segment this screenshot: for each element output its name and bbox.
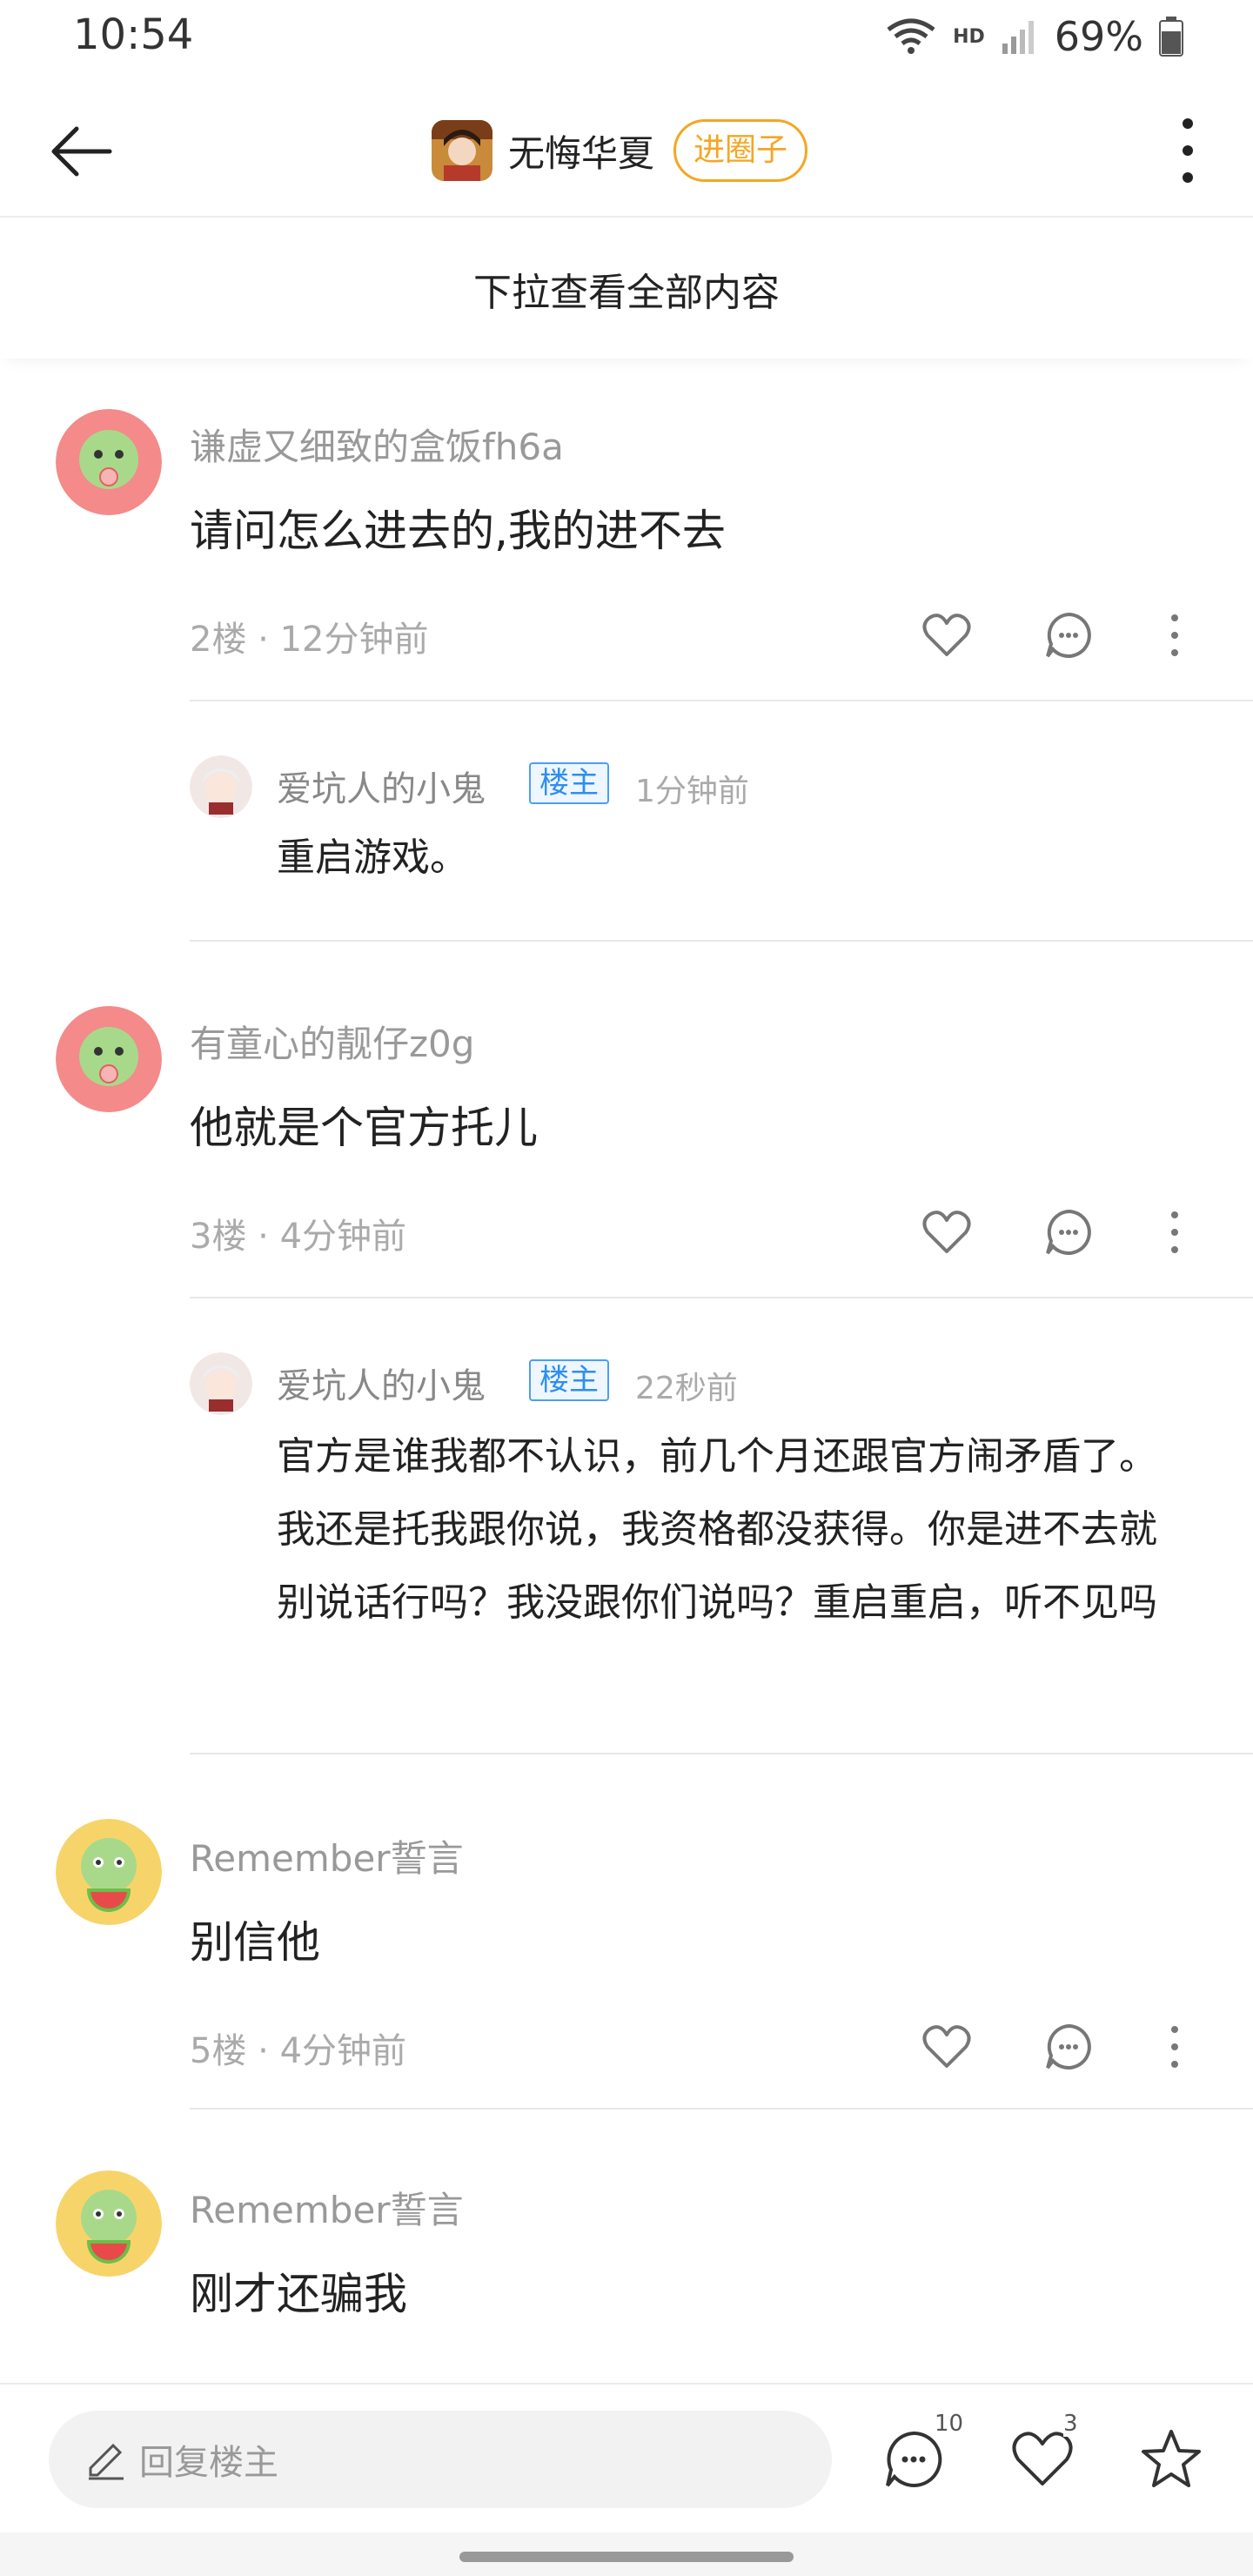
op-badge: 楼主	[529, 762, 609, 804]
heart-icon	[922, 2025, 971, 2068]
join-circle-button[interactable]: 进圈子	[673, 119, 808, 182]
reply-button[interactable]	[1042, 2021, 1095, 2073]
like-button[interactable]	[921, 2021, 973, 2073]
like-button[interactable]	[921, 1206, 973, 1258]
comment-text: 刚才还骗我	[190, 2269, 407, 2319]
reply-time: 22秒前	[635, 1371, 738, 1406]
bottom-action-bar: 回复楼主 10 3	[0, 2383, 1253, 2532]
status-bar: 10:54 HD 69%	[0, 0, 1253, 73]
comment-author[interactable]: Remember誓言	[190, 1829, 464, 1882]
comment-author[interactable]: 谦虚又细致的盒饭fh6a	[190, 418, 564, 471]
pull-to-view-all[interactable]: 下拉查看全部内容	[0, 219, 1253, 359]
divider	[190, 940, 1253, 942]
comment-text: 请问怎么进去的,我的进不去	[190, 506, 726, 556]
system-nav-bar	[0, 2532, 1253, 2576]
status-time: 10:54	[73, 10, 194, 59]
reply-time: 1分钟前	[635, 774, 749, 809]
star-icon	[1142, 2430, 1201, 2487]
home-gesture-handle[interactable]	[459, 2552, 794, 2562]
comment-author[interactable]: 有童心的靓仔z0g	[190, 1015, 474, 1068]
op-badge: 楼主	[529, 1359, 609, 1401]
comment-count: 10	[935, 2411, 964, 2437]
battery-icon	[1159, 17, 1183, 57]
signal-icon	[1002, 21, 1034, 54]
divider	[190, 700, 1253, 701]
top-app-bar: 无悔华夏 进圈子	[0, 84, 1253, 218]
more-vertical-icon	[1171, 614, 1178, 656]
circle-title: 无悔华夏	[508, 131, 655, 175]
more-options-button[interactable]	[1166, 113, 1209, 188]
reply-placeholder: 回复楼主	[139, 2443, 278, 2483]
comment-bubble-icon	[1046, 1209, 1091, 1255]
more-vertical-icon	[1183, 118, 1193, 183]
reply-author[interactable]: 爱坑人的小鬼	[277, 1358, 486, 1408]
comment-meta: 2楼 · 12分钟前	[190, 620, 429, 660]
reply-text: 重启游戏。	[277, 835, 468, 880]
reply-button[interactable]	[1042, 609, 1095, 661]
divider	[190, 2108, 1253, 2110]
divider	[190, 1753, 1253, 1754]
comment-more-button[interactable]	[1149, 609, 1201, 661]
avatar[interactable]	[56, 1819, 162, 1925]
reply-avatar[interactable]	[190, 1352, 252, 1415]
divider	[190, 1297, 1253, 1298]
battery-percent: 69%	[1054, 13, 1143, 60]
like-count: 3	[1063, 2411, 1078, 2437]
comment-meta: 5楼 · 4分钟前	[190, 2031, 407, 2071]
reply-text: 官方是谁我都不认识，前几个月还跟官方闹矛盾了。我还是托我跟你说，我资格都没获得。…	[277, 1434, 1157, 1625]
heart-icon	[922, 614, 971, 656]
heart-icon	[922, 1211, 971, 1253]
comment-text: 他就是个官方托儿	[190, 1103, 538, 1153]
reply-author[interactable]: 爱坑人的小鬼	[277, 761, 486, 811]
more-vertical-icon	[1171, 1211, 1178, 1253]
like-button[interactable]	[921, 609, 973, 661]
comment-more-button[interactable]	[1149, 1206, 1201, 1258]
back-button[interactable]	[45, 115, 118, 188]
favorite-button[interactable]	[1136, 2425, 1206, 2494]
hd-indicator: HD	[953, 25, 985, 48]
comment-more-button[interactable]	[1149, 2021, 1201, 2073]
comment-meta: 3楼 · 4分钟前	[190, 1217, 407, 1257]
arrow-left-icon	[51, 126, 112, 177]
pencil-icon	[89, 2443, 124, 2480]
circle-header: 无悔华夏 进圈子	[432, 110, 808, 191]
more-vertical-icon	[1171, 2026, 1178, 2068]
comment-text: 别信他	[190, 1917, 320, 1968]
reply-button[interactable]	[1042, 1206, 1095, 1258]
status-icons: HD 69%	[885, 12, 1183, 61]
wifi-icon	[887, 18, 935, 54]
game-avatar[interactable]	[432, 120, 492, 181]
comment-author[interactable]: Remember誓言	[190, 2181, 464, 2234]
reply-input[interactable]: 回复楼主	[49, 2411, 832, 2508]
comment-bubble-icon	[1046, 2023, 1091, 2070]
avatar[interactable]	[56, 1006, 162, 1112]
avatar[interactable]	[56, 409, 162, 515]
reply-avatar[interactable]	[190, 755, 252, 818]
avatar[interactable]	[56, 2170, 162, 2277]
comment-bubble-icon	[1046, 612, 1091, 658]
